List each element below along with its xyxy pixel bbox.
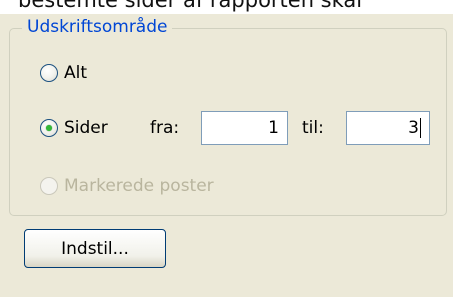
text-caret [420,118,421,138]
from-label: fra: [150,118,180,138]
to-page-value: 3 [408,118,419,138]
radio-all-option[interactable]: Alt [40,63,87,83]
radio-pages-label: Sider [64,118,108,138]
document-text-partial: bestemte sider af rapporten skal [18,0,363,12]
setup-button-label: Indstil... [61,238,129,259]
to-page-input[interactable]: 3 [346,111,430,145]
radio-pages-option[interactable]: Sider [40,118,108,138]
radio-selected-records-button[interactable] [40,177,58,195]
setup-button[interactable]: Indstil... [24,229,166,268]
radio-pages-button[interactable] [40,119,58,137]
to-label: til: [302,118,324,138]
radio-selected-records-label: Markerede poster [64,176,214,196]
radio-all-button[interactable] [40,64,58,82]
from-page-input[interactable]: 1 [201,111,288,145]
radio-selected-records-option[interactable]: Markerede poster [40,176,214,196]
radio-all-label: Alt [64,63,88,83]
from-page-value: 1 [268,118,279,138]
print-range-legend: Udskriftsområde [22,16,173,38]
